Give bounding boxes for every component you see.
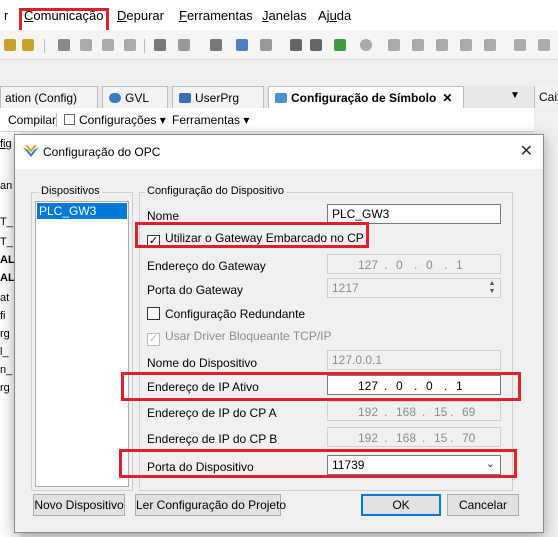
menu-partial: r (4, 8, 9, 23)
dialog-title: Configuração do OPC (43, 145, 161, 159)
side-fragment: fig (0, 138, 12, 150)
tab-list-chevron-icon[interactable]: ▼ (510, 90, 520, 101)
close-icon[interactable]: ✕ (442, 91, 452, 105)
redundant-config-checkbox[interactable]: Configuração Redundante (147, 307, 305, 321)
toolbar-icon[interactable] (514, 39, 526, 51)
side-fragment: T_ (0, 236, 13, 248)
opc-config-dialog: Configuração do OPC ✕ Dispositivos PLC_G… (14, 134, 544, 533)
spinner-arrows-icon: ▲ ▼ (488, 280, 496, 295)
toolbar-icon[interactable] (58, 39, 70, 51)
dialog-titlebar: Configuração do OPC ✕ (15, 135, 543, 169)
tab-application-config[interactable]: ation (Config) (0, 86, 98, 108)
devices-list[interactable]: PLC_GW3 (35, 201, 129, 487)
side-fragment: AL (0, 272, 14, 284)
menu-comunicacao[interactable]: Comunicação (24, 8, 104, 23)
editor-tabstrip: ation (Config) GVL UserPrg Configuração … (0, 86, 534, 108)
gateway-address-label: Endereço do Gateway (147, 259, 266, 273)
symbol-config-icon (275, 93, 287, 103)
side-fragment: AL (0, 254, 14, 266)
toolbar-separator (56, 113, 57, 127)
menu-ferramentas[interactable]: Ferramentas (179, 8, 253, 23)
toolbar-icon[interactable] (360, 39, 372, 51)
toolbar-icon[interactable] (154, 39, 166, 51)
stop-icon[interactable] (310, 39, 322, 51)
settings-icon (64, 114, 75, 125)
main-toolbar (0, 30, 558, 60)
toolbar-icon[interactable] (260, 39, 272, 51)
toolbar-icon[interactable] (436, 39, 448, 51)
toolbar-icon[interactable] (22, 39, 34, 51)
active-ip-label: Endereço de IP Ativo (147, 380, 259, 394)
menu-janelas[interactable]: Janelas (262, 8, 307, 23)
tab-gvl[interactable]: GVL (102, 86, 168, 108)
side-fragment: an (0, 180, 13, 192)
device-port-dropdown[interactable]: 11739 ⌄ (327, 455, 501, 475)
use-gateway-checkbox[interactable]: ✓ Utilizar o Gateway Embarcado no CP (147, 231, 364, 248)
side-fragment: rg (0, 328, 10, 340)
toolbar-icon[interactable] (460, 39, 472, 51)
cancel-button[interactable]: Cancelar (447, 494, 519, 516)
toolbar-icon[interactable] (412, 39, 424, 51)
active-ip-field[interactable]: 127. 0. 0. 1 (327, 375, 501, 395)
toolbar-icon[interactable] (124, 39, 136, 51)
name-label: Nome (147, 209, 180, 223)
gateway-port-label: Porta do Gateway (147, 283, 244, 297)
toolbox-panel-tab[interactable]: Caix (534, 86, 558, 108)
side-fragment: l_ (0, 346, 9, 358)
toolbar-icon[interactable] (538, 39, 550, 51)
checkmark-icon: ✓ (147, 235, 160, 248)
toolbar-icon[interactable] (80, 39, 92, 51)
ip-cp-a-label: Endereço de IP do CP A (147, 406, 277, 420)
toolbar-icon[interactable] (334, 39, 346, 51)
program-icon (179, 93, 191, 103)
side-fragment: rg (0, 382, 10, 394)
play-icon[interactable] (290, 39, 302, 51)
toolbar-separator (144, 39, 145, 53)
menubar: r Comunicação Depurar Ferramentas Janela… (0, 0, 558, 30)
side-fragment: at (0, 292, 10, 304)
device-config-legend: Configuração do Dispositivo (145, 185, 286, 197)
gateway-port-field: 1217 ▲ ▼ (327, 278, 501, 298)
menu-ajuda[interactable]: Ajuda (318, 8, 351, 23)
side-fragment: fi (0, 310, 6, 322)
list-item[interactable]: PLC_GW3 (37, 203, 127, 219)
gateway-address-field: 127. 0. 0. 1 (327, 254, 501, 274)
close-icon[interactable]: ✕ (520, 141, 533, 161)
toolbar-icon[interactable] (388, 39, 400, 51)
toolbar-icon[interactable] (4, 39, 16, 51)
checkmark-icon: ✓ (147, 333, 160, 346)
name-field[interactable]: PLC_GW3 (327, 204, 501, 224)
document-toolbar: Compilar Configurações ▾ Ferramentas ▾ (0, 108, 534, 132)
toolbar-icon[interactable] (178, 39, 190, 51)
tab-configuracao-simbolo[interactable]: Configuração de Símbolo ✕ (268, 86, 464, 108)
tab-userprg[interactable]: UserPrg (172, 86, 264, 108)
opc-app-icon (23, 145, 39, 157)
ok-button[interactable]: OK (361, 494, 441, 516)
blocking-driver-checkbox: ✓ Usar Driver Bloqueante TCP/IP (147, 329, 332, 346)
chevron-down-icon: ⌄ (485, 458, 495, 470)
device-name-label: Nome do Dispositivo (147, 356, 258, 370)
read-project-config-button[interactable]: Ler Configuração do Projeto (135, 494, 286, 516)
device-port-label: Porta do Dispositivo (147, 460, 254, 474)
devices-legend: Dispositivos (39, 185, 102, 197)
globe-icon (109, 93, 121, 103)
compile-menu[interactable]: Compilar (8, 113, 56, 127)
ip-cp-b-field: 192. 168. 15. 70 (327, 427, 501, 447)
settings-menu[interactable]: Configurações ▾ (64, 113, 166, 127)
device-name-field: 127.0.0.1 (327, 350, 501, 370)
ip-cp-b-label: Endereço de IP do CP B (147, 432, 278, 446)
toolbar-icon[interactable] (484, 39, 496, 51)
tools-menu[interactable]: Ferramentas ▾ (172, 113, 249, 127)
side-fragment: n_ (0, 364, 13, 376)
toolbar-icon[interactable] (102, 39, 114, 51)
menu-depurar[interactable]: Depurar (117, 8, 164, 23)
toolbar-separator (44, 39, 45, 53)
toolbar-icon[interactable] (236, 39, 248, 51)
toolbar-icon[interactable] (210, 39, 222, 51)
new-device-button[interactable]: Novo Dispositivo (33, 494, 125, 516)
ip-cp-a-field: 192. 168. 15. 69 (327, 401, 501, 421)
side-fragment: T_ (0, 216, 13, 228)
